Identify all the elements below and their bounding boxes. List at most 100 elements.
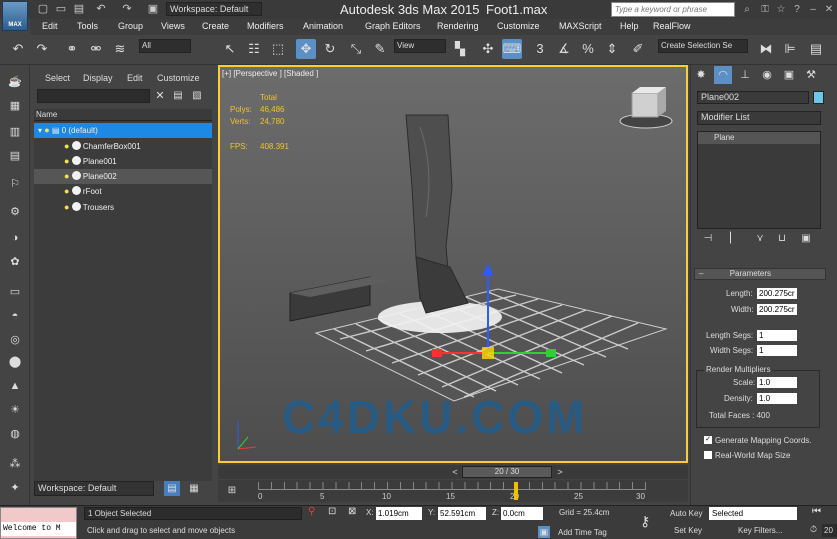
width-segs-spinner[interactable]: 1: [757, 345, 797, 356]
select-manipulate-icon[interactable]: ✣: [478, 39, 498, 59]
keyboard-shortcut-override-icon[interactable]: ⌨: [502, 39, 522, 59]
length-spinner[interactable]: 200.275cr: [757, 288, 797, 299]
modifier-list-dropdown[interactable]: Modifier List: [697, 111, 821, 125]
modifier-stack[interactable]: [697, 131, 821, 229]
utilities-tab-icon[interactable]: ⚒: [802, 66, 820, 84]
cylinder-icon[interactable]: ⬤: [7, 354, 23, 370]
helpers-icon[interactable]: ⚐: [7, 176, 23, 192]
select-and-rotate-icon[interactable]: ↻: [320, 39, 340, 59]
new-file-icon[interactable]: ▢: [36, 2, 50, 16]
light-bulb-icon[interactable]: ●: [64, 141, 69, 151]
cone-icon[interactable]: ▲: [7, 378, 23, 394]
time-slider-thumb[interactable]: 20 / 30: [462, 466, 552, 478]
workspace-dropdown[interactable]: Workspace: Default: [166, 2, 262, 16]
bind-space-warp-icon[interactable]: ≋: [110, 39, 130, 59]
scale-spinner[interactable]: 1.0: [757, 377, 797, 388]
particles-icon[interactable]: ⁂: [7, 456, 23, 472]
select-by-name-icon[interactable]: ☷: [244, 39, 264, 59]
material-editor-icon[interactable]: ▦: [7, 98, 23, 114]
render-setup-icon[interactable]: ▥: [7, 124, 23, 140]
close-icon[interactable]: ✕: [822, 3, 836, 16]
light-bulb-icon[interactable]: ●: [64, 186, 69, 196]
time-slider-prev-icon[interactable]: <: [450, 466, 460, 478]
box-icon[interactable]: ▭: [7, 284, 23, 300]
viewport-label[interactable]: [+] [Perspective ] [Shaded ]: [222, 69, 318, 78]
favorites-icon[interactable]: ☆: [774, 3, 788, 16]
menu-customize[interactable]: Customize: [497, 21, 540, 31]
place-icon[interactable]: ✎: [370, 39, 390, 59]
save-icon[interactable]: ▤: [72, 2, 86, 16]
object-color-swatch[interactable]: [813, 91, 824, 104]
create-tab-icon[interactable]: ✸: [692, 66, 710, 84]
pivot-center-icon[interactable]: ▚: [450, 39, 470, 59]
new-layer-icon[interactable]: ▧: [190, 89, 204, 103]
maxscript-welcome-text[interactable]: Welcome to M: [1, 522, 76, 536]
search-icon[interactable]: ⌕: [740, 3, 754, 16]
parameters-rollout-header[interactable]: – Parameters: [694, 268, 826, 280]
menu-animation[interactable]: Animation: [303, 21, 343, 31]
modify-tab-icon[interactable]: ◠: [714, 66, 732, 84]
light-bulb-icon[interactable]: ●: [64, 171, 69, 181]
select-object-icon[interactable]: ↖: [220, 39, 240, 59]
menu-rendering[interactable]: Rendering: [437, 21, 479, 31]
align-icon[interactable]: ⊫: [780, 39, 800, 59]
set-key-button[interactable]: Set Key: [674, 526, 702, 535]
selection-filter-dropdown[interactable]: All: [139, 39, 191, 53]
unlink-icon[interactable]: ⚮: [86, 39, 106, 59]
project-folder-icon[interactable]: ▣: [146, 2, 160, 16]
y-coord-field[interactable]: 52.591cm: [438, 507, 486, 520]
column-header-name[interactable]: Name: [34, 109, 212, 121]
z-coord-field[interactable]: 0.0cm: [501, 507, 543, 520]
object-name-field[interactable]: Plane002: [697, 91, 809, 104]
teapot-icon[interactable]: ☕: [7, 74, 23, 90]
density-spinner[interactable]: 1.0: [757, 393, 797, 404]
menu-group[interactable]: Group: [118, 21, 143, 31]
auto-key-button[interactable]: Auto Key: [670, 509, 702, 518]
scene-row-plane001[interactable]: ● Plane001: [34, 154, 212, 169]
menu-modifiers[interactable]: Modifiers: [247, 21, 284, 31]
clear-search-icon[interactable]: ✕: [153, 89, 167, 103]
light-bulb-icon[interactable]: ●: [44, 125, 49, 135]
scene-menu-select[interactable]: Select: [45, 73, 70, 83]
layer-manager-icon[interactable]: ▤: [806, 39, 826, 59]
pin-stack-icon[interactable]: ⊣: [700, 232, 716, 246]
menu-edit[interactable]: Edit: [42, 21, 58, 31]
open-file-icon[interactable]: ▭: [54, 2, 68, 16]
explorer-workspace-dropdown[interactable]: Workspace: Default: [34, 481, 154, 496]
edit-named-selection-icon[interactable]: ✐: [628, 39, 648, 59]
width-spinner[interactable]: 200.275cr: [757, 304, 797, 315]
select-and-scale-icon[interactable]: ⤡: [346, 39, 366, 59]
scene-row-rfoot[interactable]: ● rFoot: [34, 184, 212, 199]
minimize-icon[interactable]: –: [806, 3, 820, 16]
menu-create[interactable]: Create: [202, 21, 229, 31]
hierarchy-tab-icon[interactable]: ⊥: [736, 66, 754, 84]
link-icon[interactable]: ⚭: [62, 39, 82, 59]
light-bulb-icon[interactable]: ●: [64, 202, 69, 212]
help-icon[interactable]: ?: [790, 3, 804, 16]
light-icon[interactable]: ☀: [7, 402, 23, 418]
scene-menu-edit[interactable]: Edit: [127, 73, 143, 83]
key-icon[interactable]: ⚷: [640, 513, 650, 530]
sort-by-hierarchy-icon[interactable]: ▦: [186, 481, 202, 496]
search-input[interactable]: Type a keyword or phrase: [611, 2, 735, 17]
scene-row-plane002[interactable]: ● Plane002: [34, 169, 212, 184]
configure-sets-icon[interactable]: ▣: [798, 232, 814, 246]
angle-snap-icon[interactable]: ∡: [554, 39, 574, 59]
time-config-icon[interactable]: ⏱: [810, 524, 817, 535]
undo-icon[interactable]: ↶: [94, 2, 108, 16]
redo-icon[interactable]: ↷: [120, 2, 134, 16]
menu-maxscript[interactable]: MAXScript: [559, 21, 602, 31]
go-to-start-icon[interactable]: ⏮: [812, 506, 821, 517]
sphere-icon[interactable]: ◓: [7, 308, 23, 324]
key-selection-dropdown[interactable]: Selected: [709, 507, 797, 520]
menu-graph-editors[interactable]: Graph Editors: [365, 21, 421, 31]
scene-search-input[interactable]: [37, 89, 150, 103]
render-icon[interactable]: ✦: [7, 480, 23, 496]
transform-type-in-icon[interactable]: ⊠: [348, 506, 356, 517]
time-slider-next-icon[interactable]: >: [555, 466, 565, 478]
subscription-icon[interactable]: ⚿: [758, 3, 772, 16]
mirror-icon[interactable]: ⧓: [756, 39, 776, 59]
sort-by-layer-icon[interactable]: ▤: [164, 481, 180, 496]
redo-icon[interactable]: ↷: [32, 39, 52, 59]
modifier-stack-item[interactable]: Plane: [698, 132, 820, 144]
